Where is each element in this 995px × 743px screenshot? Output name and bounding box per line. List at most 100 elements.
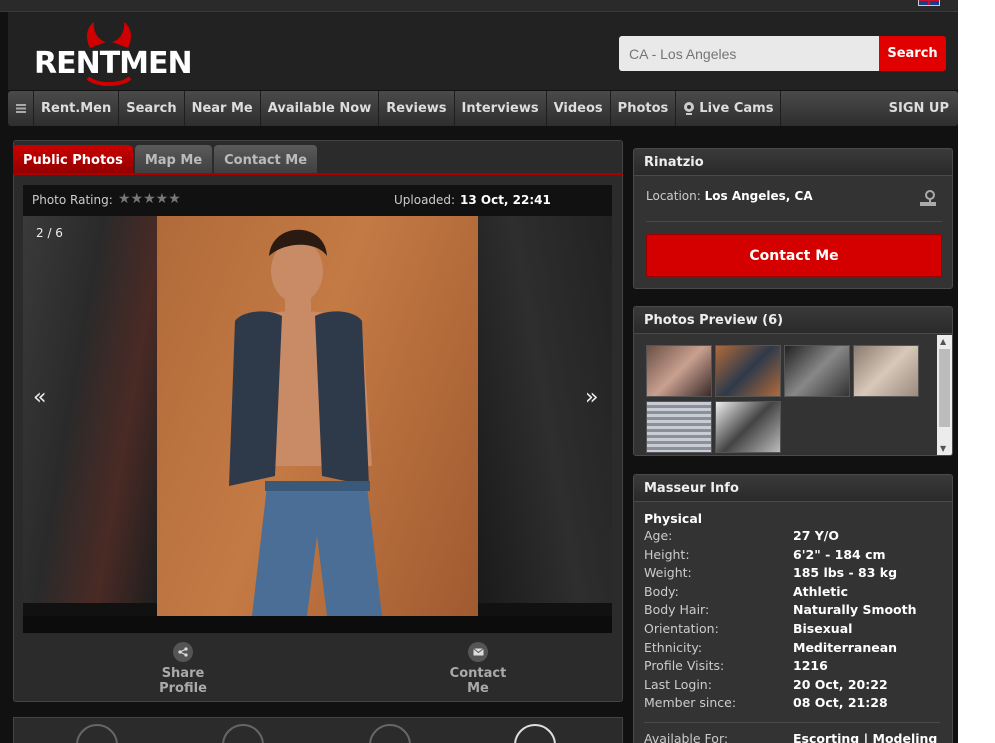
info-value: Mediterranean — [793, 639, 898, 655]
nav-photos[interactable]: Photos — [611, 91, 677, 126]
info-section-heading: Physical — [644, 511, 703, 526]
menu-icon[interactable] — [8, 91, 34, 126]
location-label: Location: — [646, 189, 701, 203]
scroll-up-icon[interactable]: ▲ — [940, 337, 946, 346]
nav-live-cams[interactable]: Live Cams — [676, 91, 782, 126]
devil-circle-icon[interactable] — [369, 724, 411, 743]
info-key: Orientation: — [644, 620, 719, 636]
info-value: 6'2" - 184 cm — [793, 546, 886, 562]
nav-interviews[interactable]: Interviews — [455, 91, 547, 126]
scroll-down-icon[interactable]: ▼ — [940, 444, 946, 453]
contact-me-action[interactable]: Contact Me — [438, 642, 518, 696]
envelope-icon — [468, 642, 488, 662]
photo-thumbnail[interactable] — [853, 345, 919, 397]
next-photo-button[interactable]: » — [585, 385, 598, 410]
nav-label: Photos — [617, 101, 669, 116]
info-row: Profile Visits: 1216 — [644, 658, 944, 677]
preview-scrollbar[interactable]: ▲ ▼ — [937, 335, 952, 455]
info-key: Height: — [644, 546, 690, 562]
nav-label: Live Cams — [699, 101, 774, 116]
share-icon — [173, 642, 193, 662]
main-nav: Rent.Men Search Near Me Available Now Re… — [8, 91, 958, 126]
uploaded-value: 13 Oct, 22:41 — [460, 193, 551, 207]
main-photo — [157, 216, 478, 616]
top-strip — [0, 0, 958, 12]
location-circle-icon[interactable] — [76, 724, 118, 743]
location: Location: Los Angeles, CA — [646, 189, 813, 203]
tab-divider — [13, 173, 623, 175]
search-input[interactable] — [619, 36, 881, 71]
info-key: Profile Visits: — [644, 658, 725, 674]
nav-label: SIGN UP — [888, 101, 949, 116]
info-row: Available For: Escorting | Modeling — [644, 731, 944, 743]
photo-thumbnail[interactable] — [715, 401, 781, 453]
camera-circle-icon[interactable] — [514, 724, 556, 743]
map-pin-icon[interactable] — [918, 189, 938, 207]
info-row: Weight: 185 lbs - 83 kg — [644, 565, 944, 584]
info-key: Body Hair: — [644, 602, 710, 618]
info-key: Weight: — [644, 565, 692, 581]
info-value: Bisexual — [793, 620, 853, 636]
info-value: 27 Y/O — [793, 528, 839, 543]
logo[interactable]: RENTMEN — [32, 20, 193, 86]
scrollbar-thumb[interactable] — [939, 349, 950, 427]
nav-search[interactable]: Search — [119, 91, 185, 126]
nav-label: Available Now — [267, 101, 372, 116]
photo-thumbnail[interactable] — [715, 345, 781, 397]
contact-me-button[interactable]: Contact Me — [646, 234, 942, 277]
rating-stars[interactable]: ★★★★★ — [118, 191, 181, 207]
info-key: Body: — [644, 583, 679, 599]
info-value: Escorting | Modeling — [793, 731, 938, 743]
rating-bar: Photo Rating: ★★★★★ Uploaded: 13 Oct, 22… — [23, 185, 612, 216]
photo-thumbnail[interactable] — [646, 345, 712, 397]
info-row: Ethnicity: Mediterranean — [644, 640, 944, 659]
nav-label: Near Me — [191, 101, 253, 116]
header: RENTMEN Search — [8, 12, 958, 90]
profile-name: Rinatzio — [634, 149, 952, 176]
info-value: Naturally Smooth — [793, 602, 917, 618]
price-circle-icon[interactable] — [222, 724, 264, 743]
photo-counter: 2 / 6 — [36, 226, 63, 240]
rating-label: Photo Rating: — [32, 193, 113, 207]
page-margin — [958, 0, 995, 743]
profile-tabs: Public Photos Map Me Contact Me — [13, 140, 319, 175]
info-key: Last Login: — [644, 676, 712, 692]
info-key: Age: — [644, 528, 673, 543]
logo-text: RENTMEN — [34, 46, 193, 81]
nav-label: Rent.Men — [41, 101, 112, 116]
nav-rent-men[interactable]: Rent.Men — [34, 91, 120, 126]
nav-videos[interactable]: Videos — [547, 91, 611, 126]
masseur-info-panel: Masseur Info Physical Age: 27 Y/O Height:… — [633, 474, 953, 743]
info-row: Member since: 08 Oct, 21:28 — [644, 695, 944, 714]
photo-thumbnail[interactable] — [784, 345, 850, 397]
info-row: Body: Athletic — [644, 584, 944, 603]
nav-label: Reviews — [386, 101, 447, 116]
search-button[interactable]: Search — [879, 36, 946, 71]
photo-viewer: Photo Rating: ★★★★★ Uploaded: 13 Oct, 22… — [23, 185, 612, 633]
nav-sign-up[interactable]: SIGN UP — [882, 91, 958, 126]
nav-available-now[interactable]: Available Now — [261, 91, 380, 126]
info-value: 20 Oct, 20:22 — [793, 676, 888, 692]
available-for: Available For: Escorting | Modeling — [644, 731, 944, 743]
previous-photo-button[interactable]: « — [33, 385, 46, 410]
info-list: Physical Age: 27 Y/O Height: 6'2" - 184 cm… — [644, 511, 944, 714]
photos-preview-panel: Photos Preview (6) ▲ ▼ — [633, 306, 953, 456]
uk-flag-icon[interactable] — [918, 0, 940, 6]
nav-near-me[interactable]: Near Me — [185, 91, 261, 126]
location-value: Los Angeles, CA — [704, 189, 813, 203]
webcam-icon — [684, 102, 695, 115]
photo-thumbnail[interactable] — [646, 401, 712, 453]
info-row: Last Login: 20 Oct, 20:22 — [644, 677, 944, 696]
info-value: Athletic — [793, 583, 848, 599]
masseur-info-title: Masseur Info — [634, 475, 952, 502]
photo-footer — [23, 616, 612, 633]
info-key: Member since: — [644, 695, 737, 711]
tab-contact-me[interactable]: Contact Me — [214, 145, 318, 175]
tab-map-me[interactable]: Map Me — [134, 145, 213, 175]
nav-label: Videos — [553, 101, 603, 116]
info-row: Height: 6'2" - 184 cm — [644, 547, 944, 566]
info-row: Age: 27 Y/O — [644, 528, 944, 547]
share-profile-button[interactable]: Share Profile — [138, 642, 228, 696]
nav-reviews[interactable]: Reviews — [379, 91, 455, 126]
tab-public-photos[interactable]: Public Photos — [13, 145, 133, 175]
